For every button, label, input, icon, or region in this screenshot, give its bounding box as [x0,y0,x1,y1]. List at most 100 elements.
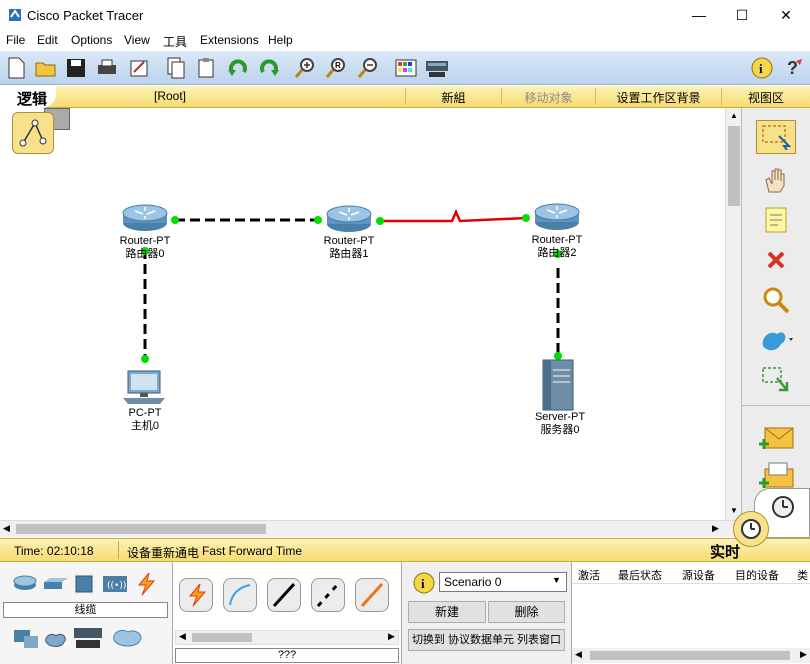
menu-tools[interactable]: 工具 [163,33,187,50]
scroll-up-icon[interactable]: ▲ [730,111,738,120]
maximize-button[interactable]: ☐ [727,5,757,25]
router-icon[interactable] [122,204,168,231]
note-icon[interactable] [756,203,796,237]
minimize-button[interactable]: — [684,5,714,25]
menu-edit[interactable]: Edit [37,33,58,47]
menu-file[interactable]: File [6,33,25,47]
viewport-button[interactable]: 视图区 [722,89,810,106]
inspect-icon[interactable] [756,283,796,317]
undo-icon[interactable] [225,55,251,81]
new-scenario-button[interactable]: 新建 [408,601,486,623]
menu-help[interactable]: Help [268,33,293,47]
logical-tab[interactable]: 逻辑 [0,86,78,154]
paste-icon[interactable] [194,55,220,81]
scroll-left-icon[interactable]: ◀ [179,631,186,642]
set-background-button[interactable]: 设置工作区背景 [596,89,721,106]
horizontal-scrollbar[interactable]: ◀ ▶ [0,520,741,537]
column-header[interactable]: 类 [797,567,808,583]
svg-text:i: i [421,576,425,591]
resize-icon[interactable] [756,363,796,397]
info-icon[interactable]: i [412,571,436,595]
activity-wizard-icon[interactable] [126,55,152,81]
add-complex-pdu-icon[interactable] [756,458,796,492]
routers-category-icon[interactable] [12,574,38,592]
link-light [522,214,530,222]
auto-connection-icon[interactable] [179,578,213,612]
info-icon[interactable]: i [749,55,775,81]
router0-label: Router-PT 路由器0 [119,235,171,260]
scroll-left-icon[interactable]: ◀ [3,523,10,534]
print-icon[interactable] [94,55,120,81]
column-header[interactable]: 激活 [578,567,600,583]
chevron-down-icon: ▼ [552,575,561,585]
end-devices-category-icon[interactable] [12,626,40,652]
scroll-thumb[interactable] [590,651,790,660]
scroll-thumb[interactable] [16,524,266,534]
copper-cross-icon[interactable] [311,578,345,612]
fiber-cable-icon[interactable] [355,578,389,612]
link-light [171,216,179,224]
power-cycle-button[interactable]: 设备重新通电 [127,544,199,561]
pdu-scrollbar[interactable]: ◀ ▶ [572,648,810,663]
scroll-thumb[interactable] [728,126,740,206]
scroll-right-icon[interactable]: ▶ [800,649,807,660]
realtime-mode-icon[interactable] [733,511,769,547]
window-title: Cisco Packet Tracer [27,8,144,23]
scenario-select[interactable]: Scenario 0 ▼ [439,572,567,592]
zoom-out-icon[interactable] [355,55,381,81]
main-toolbar: R i ? [0,51,810,85]
add-simple-pdu-icon[interactable] [756,421,796,455]
app-icon [9,9,21,21]
save-icon[interactable] [63,55,89,81]
new-file-icon[interactable] [3,55,29,81]
zoom-reset-icon[interactable]: R [323,55,349,81]
connections-category-icon[interactable] [133,572,159,596]
new-cluster-button[interactable]: 新組 [406,89,501,106]
menu-extensions[interactable]: Extensions [200,33,259,47]
help-icon[interactable]: ? [780,55,806,81]
connections-scrollbar[interactable]: ◀ ▶ [175,630,399,645]
draw-shape-icon[interactable] [756,323,796,357]
server-icon[interactable] [542,359,574,411]
move-object-button[interactable]: 移动对象 [502,89,595,106]
delete-scenario-button[interactable]: 删除 [488,601,565,623]
column-header[interactable]: 目的设备 [735,567,779,583]
menu-options[interactable]: Options [71,33,112,47]
router-icon[interactable] [326,205,372,232]
multiuser-category-icon[interactable] [110,626,146,650]
menu-bar: File Edit Options View 工具 Extensions Hel… [0,31,810,51]
console-cable-icon[interactable] [223,578,257,612]
router-icon[interactable] [534,203,580,230]
hubs-category-icon[interactable] [74,574,96,594]
logical-workspace[interactable]: Router-PT 路由器0 Router-PT 路由器1 Router-PT 路由器… [0,108,725,520]
zoom-in-icon[interactable] [292,55,318,81]
switches-category-icon[interactable] [42,576,70,592]
delete-icon[interactable] [756,243,796,277]
fast-forward-button[interactable]: Fast Forward Time [202,544,302,558]
column-header[interactable]: 最后状态 [618,567,662,583]
copper-straight-icon[interactable] [267,578,301,612]
redo-icon[interactable] [256,55,282,81]
scroll-right-icon[interactable]: ▶ [712,523,719,534]
root-breadcrumb[interactable]: [Root] [125,89,215,103]
scroll-right-icon[interactable]: ▶ [388,631,395,642]
serial-link-router1-router2[interactable] [380,208,527,223]
close-button[interactable]: ✕ [771,5,801,25]
wireless-category-icon[interactable]: ((•)) [101,574,129,594]
custom-devices-category-icon[interactable] [72,624,104,652]
select-icon[interactable] [756,120,796,154]
toggle-pdu-list-button[interactable]: 切换到 协议数据单元 列表窗口 [408,629,565,651]
menu-view[interactable]: View [124,33,150,47]
copy-icon[interactable] [163,55,189,81]
palette-icon[interactable] [393,55,419,81]
wan-emulation-category-icon[interactable] [42,628,70,650]
custom-device-icon[interactable] [424,55,450,81]
column-header[interactable]: 源设备 [682,567,715,583]
open-folder-icon[interactable] [33,55,59,81]
move-hand-icon[interactable] [756,163,796,197]
scroll-left-icon[interactable]: ◀ [575,649,582,660]
pc-icon[interactable] [123,370,165,404]
logical-view-icon[interactable] [12,112,54,154]
vertical-scrollbar[interactable]: ▲ ▼ [725,108,741,520]
scroll-thumb[interactable] [192,633,252,642]
